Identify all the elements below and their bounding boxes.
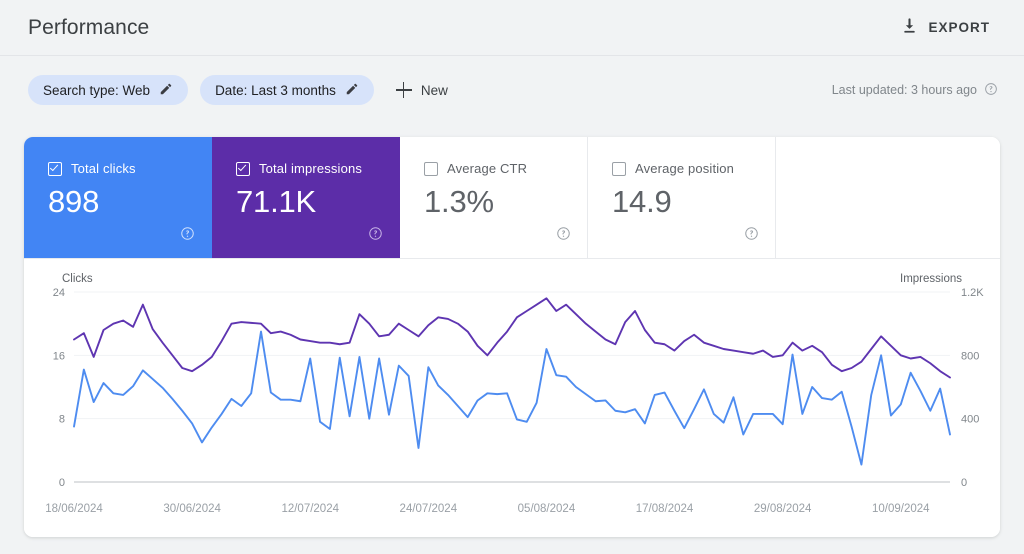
metric-tile-average-position[interactable]: Average position 14.9	[588, 137, 776, 258]
filter-chip-search-type[interactable]: Search type: Web	[28, 75, 189, 105]
y-axis-tick-label: 8	[59, 414, 65, 426]
page-title: Performance	[28, 15, 150, 39]
chart-series-total-clicks	[73, 330, 951, 466]
download-icon	[900, 17, 919, 39]
x-axis-tick-label: 10/09/2024	[872, 503, 930, 515]
checkbox-unchecked-icon[interactable]	[612, 161, 626, 176]
help-circle-icon[interactable]	[744, 226, 759, 246]
metric-label: Total impressions	[259, 161, 362, 176]
metric-tile-head: Average CTR	[424, 161, 587, 176]
x-axis-tick-label: 29/08/2024	[754, 503, 812, 515]
metric-label: Average position	[635, 161, 735, 176]
metric-tile-total-impressions[interactable]: Total impressions 71.1K	[212, 137, 400, 258]
metric-label: Total clicks	[71, 161, 136, 176]
y-axis-tick-label: 24	[53, 287, 65, 299]
metric-tile-total-clicks[interactable]: Total clicks 898	[24, 137, 212, 258]
chart-canvas[interactable]: 0 0 8 400 16 800 24 1.2K 18/06/2024 30/06/2024 12/…	[24, 259, 1000, 537]
performance-chart: Clicks Impressions 0 0 8 400 16 800 24 1.2K 18/0…	[24, 259, 1000, 537]
metric-label: Average CTR	[447, 161, 528, 176]
export-label: EXPORT	[928, 20, 990, 35]
pencil-icon[interactable]	[345, 82, 359, 99]
x-axis-tick-label: 18/06/2024	[45, 503, 103, 515]
metric-tiles: Total clicks 898 Total impressions 71.1K	[24, 137, 1000, 259]
y-axis-title-clicks: Clicks	[62, 273, 93, 285]
metric-value: 14.9	[612, 184, 672, 219]
checkbox-checked-icon[interactable]	[48, 161, 62, 176]
performance-card: Total clicks 898 Total impressions 71.1K	[24, 137, 1000, 537]
metric-value: 1.3%	[424, 184, 494, 219]
y2-axis-tick-label: 1.2K	[961, 287, 984, 299]
filter-chip-date-label: Date: Last 3 months	[215, 82, 336, 98]
metric-tiles-filler	[776, 137, 1000, 258]
checkbox-checked-icon[interactable]	[236, 161, 250, 176]
metric-tile-head: Total impressions	[236, 161, 399, 176]
filter-chip-search-type-label: Search type: Web	[43, 82, 151, 98]
metric-tile-head: Total clicks	[48, 161, 211, 176]
last-updated-label: Last updated: 3 hours ago	[831, 83, 977, 97]
x-axis-tick-label: 30/06/2024	[163, 503, 221, 515]
help-circle-icon[interactable]	[368, 226, 383, 246]
y2-axis-tick-label: 800	[961, 350, 979, 362]
y-axis-tick-label: 16	[53, 350, 65, 362]
last-updated: Last updated: 3 hours ago	[832, 82, 998, 99]
export-button[interactable]: EXPORT	[892, 11, 998, 45]
chart-series-total-impressions	[73, 297, 951, 379]
help-circle-icon[interactable]	[556, 226, 571, 246]
pencil-icon[interactable]	[159, 82, 173, 99]
new-filter-label: New	[420, 82, 448, 98]
metric-value: 71.1K	[236, 184, 317, 219]
x-axis-tick-label: 17/08/2024	[636, 503, 694, 515]
filter-chip-date[interactable]: Date: Last 3 months	[200, 75, 374, 105]
metric-value: 898	[48, 184, 100, 219]
page-header: Performance EXPORT	[0, 0, 1024, 56]
filter-bar: Search type: Web Date: Last 3 months New…	[0, 56, 1024, 124]
help-circle-icon[interactable]	[180, 226, 195, 246]
checkbox-unchecked-icon[interactable]	[424, 161, 438, 176]
y-axis-title-impressions: Impressions	[900, 273, 962, 285]
metric-tile-head: Average position	[612, 161, 775, 176]
y2-axis-tick-label: 400	[961, 414, 979, 426]
y2-axis-tick-label: 0	[961, 477, 967, 489]
metric-tile-average-ctr[interactable]: Average CTR 1.3%	[400, 137, 588, 258]
help-circle-icon[interactable]	[984, 82, 998, 99]
new-filter-button[interactable]: New	[390, 75, 458, 105]
x-axis-tick-label: 24/07/2024	[400, 503, 458, 515]
x-axis-tick-label: 12/07/2024	[281, 503, 339, 515]
x-axis-tick-label: 05/08/2024	[518, 503, 576, 515]
y-axis-tick-label: 0	[59, 477, 65, 489]
plus-icon	[395, 82, 412, 98]
